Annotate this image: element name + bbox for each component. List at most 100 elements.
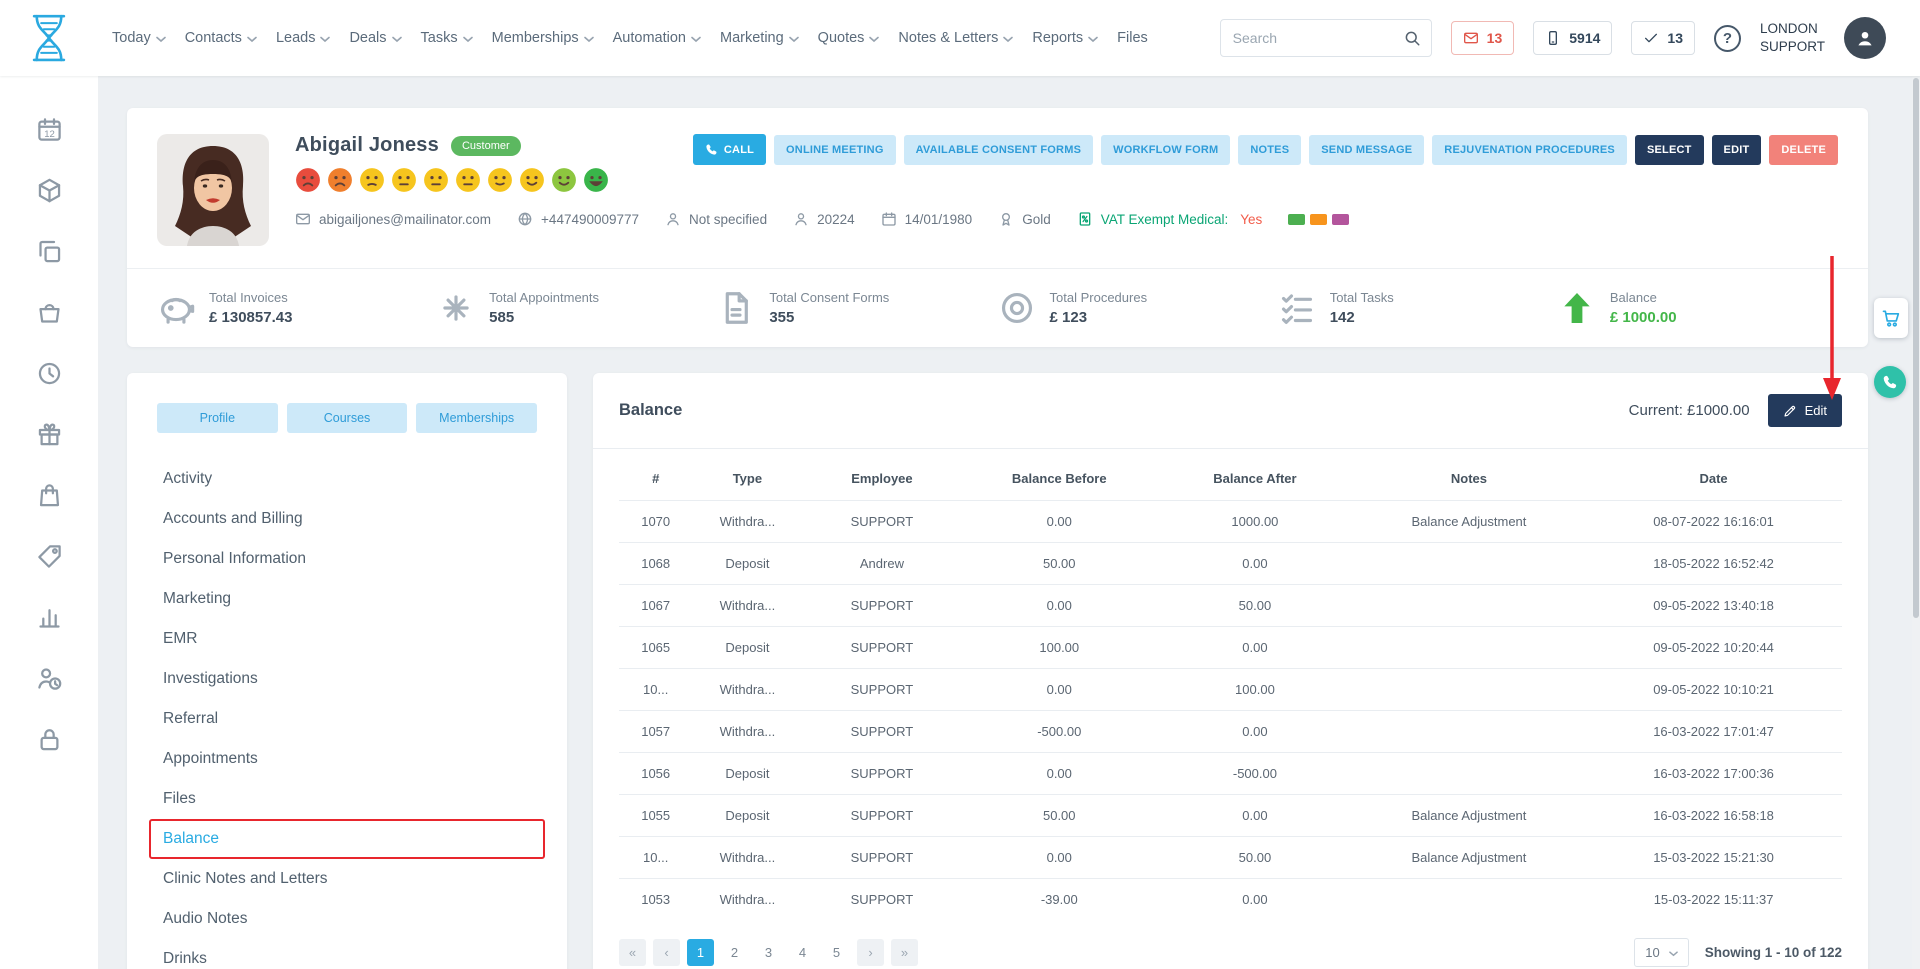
nav-item-notes-letters[interactable]: Notes & Letters xyxy=(898,30,1013,46)
nav-item-leads[interactable]: Leads xyxy=(276,30,331,46)
table-row[interactable]: 1065DepositSUPPORT100.000.0009-05-2022 1… xyxy=(619,627,1842,669)
cart-widget[interactable] xyxy=(1874,298,1908,338)
document-icon xyxy=(717,289,755,327)
color-tag-3[interactable] xyxy=(1332,214,1349,225)
mood-face-8[interactable] xyxy=(519,167,545,193)
menu-item-balance[interactable]: Balance xyxy=(149,819,545,859)
sidebar-history-button[interactable] xyxy=(36,360,63,387)
vat-value: Yes xyxy=(1240,212,1262,227)
page-5-button[interactable]: 5 xyxy=(823,939,850,966)
mood-face-10[interactable] xyxy=(583,167,609,193)
menu-item-clinic-notes-and-letters[interactable]: Clinic Notes and Letters xyxy=(149,859,545,899)
mood-face-5[interactable] xyxy=(423,167,449,193)
search-input[interactable] xyxy=(1221,30,1393,46)
mood-face-3[interactable] xyxy=(359,167,385,193)
sidebar-shopping-bag-button[interactable] xyxy=(36,482,63,509)
table-row[interactable]: 1067Withdra...SUPPORT0.0050.0009-05-2022… xyxy=(619,585,1842,627)
page-3-button[interactable]: 3 xyxy=(755,939,782,966)
tab-memberships[interactable]: Memberships xyxy=(416,403,537,433)
table-row[interactable]: 1057Withdra...SUPPORT-500.000.0016-03-20… xyxy=(619,711,1842,753)
menu-item-investigations[interactable]: Investigations xyxy=(149,659,545,699)
sidebar-copy-button[interactable] xyxy=(36,238,63,265)
table-row[interactable]: 1055DepositSUPPORT50.000.00Balance Adjus… xyxy=(619,795,1842,837)
menu-item-files[interactable]: Files xyxy=(149,779,545,819)
tab-courses[interactable]: Courses xyxy=(287,403,408,433)
calls-indicator[interactable]: 5914 xyxy=(1533,21,1612,55)
menu-item-accounts-and-billing[interactable]: Accounts and Billing xyxy=(149,499,545,539)
page-1-button[interactable]: 1 xyxy=(687,939,714,966)
nav-item-files[interactable]: Files xyxy=(1117,30,1148,46)
page-4-button[interactable]: 4 xyxy=(789,939,816,966)
search-button[interactable] xyxy=(1393,20,1431,56)
nav-item-contacts[interactable]: Contacts xyxy=(185,30,257,46)
sidebar-package-button[interactable] xyxy=(36,177,63,204)
page-size-select[interactable]: 10 xyxy=(1634,938,1688,967)
nav-item-marketing[interactable]: Marketing xyxy=(720,30,799,46)
scrollbar[interactable] xyxy=(1912,76,1920,969)
menu-item-drinks[interactable]: Drinks xyxy=(149,939,545,969)
help-button[interactable]: ? xyxy=(1714,25,1741,52)
sidebar-calendar-12-button[interactable]: 12 xyxy=(36,116,63,143)
table-row[interactable]: 10...Withdra...SUPPORT0.00100.0009-05-20… xyxy=(619,669,1842,711)
menu-item-personal-information[interactable]: Personal Information xyxy=(149,539,545,579)
nav-item-deals[interactable]: Deals xyxy=(349,30,401,46)
page-2-button[interactable]: 2 xyxy=(721,939,748,966)
menu-item-marketing[interactable]: Marketing xyxy=(149,579,545,619)
mood-face-9[interactable] xyxy=(551,167,577,193)
select-button[interactable]: SELECT xyxy=(1635,135,1704,165)
color-tag-2[interactable] xyxy=(1310,214,1327,225)
menu-item-audio-notes[interactable]: Audio Notes xyxy=(149,899,545,939)
mood-face-4[interactable] xyxy=(391,167,417,193)
available-consent-forms-button[interactable]: AVAILABLE CONSENT FORMS xyxy=(904,135,1094,165)
page-first-button[interactable]: « xyxy=(619,939,646,966)
tasks-indicator[interactable]: 13 xyxy=(1631,21,1695,55)
sidebar-chart-button[interactable] xyxy=(36,604,63,631)
workflow-form-button[interactable]: WORKFLOW FORM xyxy=(1101,135,1230,165)
edit-button[interactable]: EDIT xyxy=(1712,135,1762,165)
mood-face-7[interactable] xyxy=(487,167,513,193)
menu-item-referral[interactable]: Referral xyxy=(149,699,545,739)
table-cell: SUPPORT xyxy=(802,669,961,711)
mood-face-6[interactable] xyxy=(455,167,481,193)
balance-edit-button[interactable]: Edit xyxy=(1768,394,1842,427)
page-last-button[interactable]: » xyxy=(891,939,918,966)
sidebar-lock-button[interactable] xyxy=(36,726,63,753)
menu-item-appointments[interactable]: Appointments xyxy=(149,739,545,779)
stat-total-consent-forms: Total Consent Forms355 xyxy=(717,289,997,327)
sidebar-basket-button[interactable] xyxy=(36,299,63,326)
menu-item-activity[interactable]: Activity xyxy=(149,459,545,499)
mood-face-2[interactable] xyxy=(327,167,353,193)
user-avatar[interactable] xyxy=(1844,17,1886,59)
menu-item-emr[interactable]: EMR xyxy=(149,619,545,659)
table-row[interactable]: 1053Withdra...SUPPORT-39.000.0015-03-202… xyxy=(619,879,1842,921)
call-widget[interactable] xyxy=(1874,366,1906,398)
sidebar-user-clock-button[interactable] xyxy=(36,665,63,692)
nav-item-automation[interactable]: Automation xyxy=(613,30,701,46)
table-row[interactable]: 1056DepositSUPPORT0.00-500.0016-03-2022 … xyxy=(619,753,1842,795)
scrollbar-thumb[interactable] xyxy=(1913,78,1919,618)
table-row[interactable]: 10...Withdra...SUPPORT0.0050.00Balance A… xyxy=(619,837,1842,879)
stat-total-procedures: Total Procedures£ 123 xyxy=(998,289,1278,327)
sidebar-gift-button[interactable] xyxy=(36,421,63,448)
rejuvenation-procedures-button[interactable]: REJUVENATION PROCEDURES xyxy=(1432,135,1627,165)
delete-button[interactable]: DELETE xyxy=(1769,135,1838,165)
send-message-button[interactable]: SEND MESSAGE xyxy=(1309,135,1424,165)
tab-profile[interactable]: Profile xyxy=(157,403,278,433)
notes-button[interactable]: NOTES xyxy=(1238,135,1301,165)
sidebar-tag-button[interactable] xyxy=(36,543,63,570)
mood-face-1[interactable] xyxy=(295,167,321,193)
page-prev-button[interactable]: ‹ xyxy=(653,939,680,966)
table-row[interactable]: 1070Withdra...SUPPORT0.001000.00Balance … xyxy=(619,501,1842,543)
nav-item-reports[interactable]: Reports xyxy=(1032,30,1098,46)
messages-indicator[interactable]: 13 xyxy=(1451,21,1515,55)
color-tag-1[interactable] xyxy=(1288,214,1305,225)
online-meeting-button[interactable]: ONLINE MEETING xyxy=(774,135,896,165)
table-row[interactable]: 1068DepositAndrew50.000.0018-05-2022 16:… xyxy=(619,543,1842,585)
nav-item-quotes[interactable]: Quotes xyxy=(818,30,880,46)
nav-item-today[interactable]: Today xyxy=(112,30,166,46)
nav-item-memberships[interactable]: Memberships xyxy=(492,30,594,46)
page-next-button[interactable]: › xyxy=(857,939,884,966)
nav-item-tasks[interactable]: Tasks xyxy=(421,30,473,46)
call-button[interactable]: CALL xyxy=(693,134,766,165)
app-logo[interactable] xyxy=(0,12,98,64)
